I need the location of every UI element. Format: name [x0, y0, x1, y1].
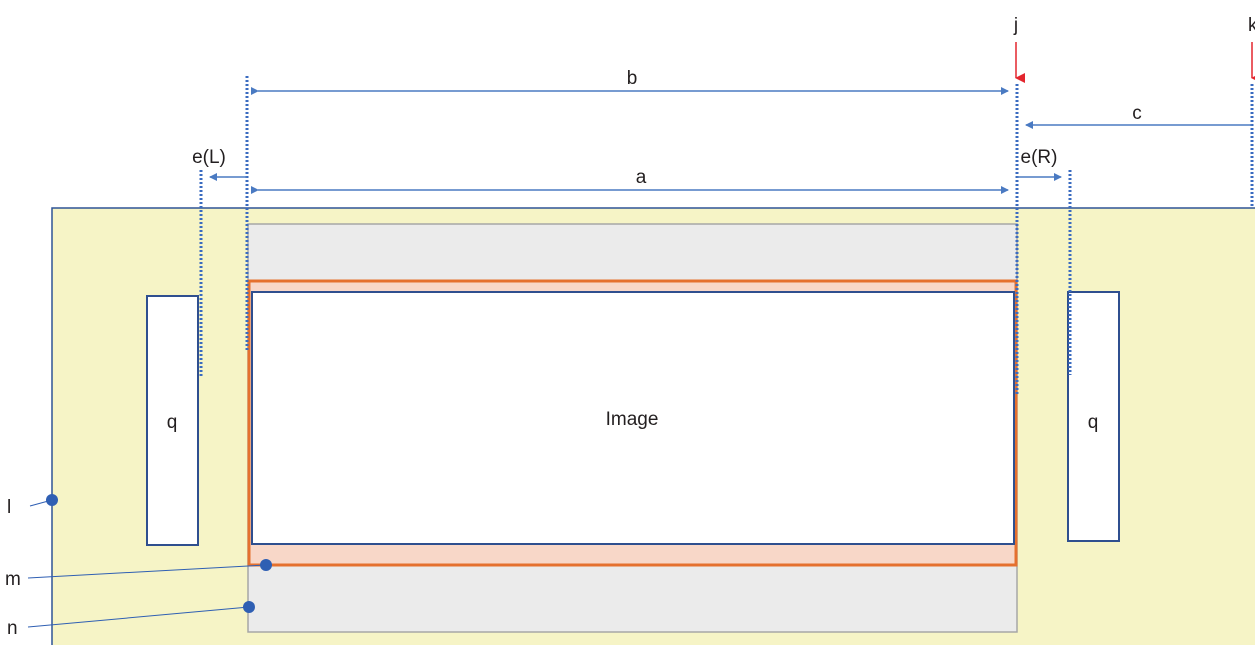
callout-n-dot [243, 601, 255, 613]
label-k: k [1248, 15, 1255, 36]
label-l: l [7, 497, 11, 518]
callout-l-dot [46, 494, 58, 506]
label-e-left: e(L) [192, 147, 226, 168]
label-j: j [1013, 15, 1018, 36]
label-n: n [7, 618, 18, 639]
label-c: c [1132, 103, 1142, 124]
label-q-left: q [167, 412, 178, 433]
diagram-canvas: j k b c e(L) e(R) a Image q q l m n [5, 15, 1255, 645]
label-b: b [627, 68, 638, 89]
label-m: m [5, 569, 21, 590]
label-a: a [636, 167, 647, 188]
callout-m-dot [260, 559, 272, 571]
label-q-right: q [1088, 412, 1099, 433]
label-e-right: e(R) [1021, 147, 1058, 168]
label-image: Image [606, 409, 659, 430]
